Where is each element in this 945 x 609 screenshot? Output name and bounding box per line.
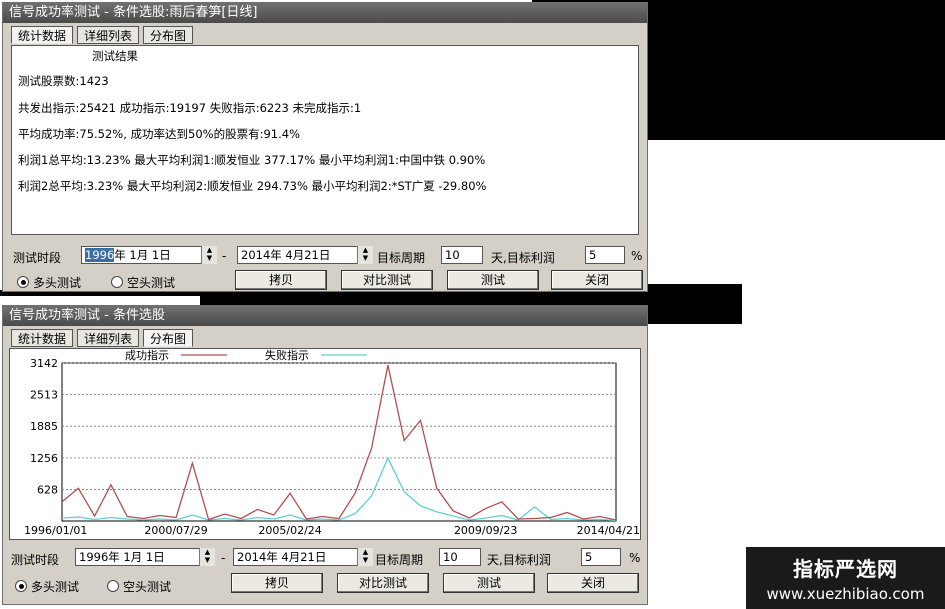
success-rate: 平均成功率:75.52%, 成功率达到50%的股票有:91.4%: [18, 127, 301, 141]
target-period-input[interactable]: 10: [441, 246, 483, 264]
end-date-value: 2014年 4月21日: [241, 248, 331, 262]
target-profit-input[interactable]: 5: [581, 548, 621, 566]
x-tick-label: 2000/07/29: [144, 524, 207, 537]
copy-button[interactable]: 拷贝: [235, 270, 327, 290]
y-tick-label: 1885: [30, 420, 58, 433]
profit2-summary: 利润2总平均:3.23% 最大平均利润2:顺发恒业 294.73% 最小平均利润…: [18, 179, 487, 193]
top-window-title[interactable]: 信号成功率测试 - 条件选股:雨后春笋[日线]: [3, 3, 647, 23]
spin-down-icon[interactable]: ▼: [358, 254, 373, 262]
target-period-label: 目标周期: [375, 553, 424, 567]
y-tick-label: 2513: [30, 389, 58, 402]
radio-selected-icon[interactable]: [17, 276, 29, 288]
x-tick-label: 2009/09/23: [454, 524, 517, 537]
tab-distribution[interactable]: 分布图: [143, 329, 194, 347]
tab-statistics[interactable]: 统计数据: [11, 26, 74, 44]
stock-count: 测试股票数:1423: [18, 74, 109, 88]
target-profit-input[interactable]: 5: [585, 246, 625, 264]
spin-down-icon[interactable]: ▼: [202, 254, 217, 262]
start-year-selected: 1996: [85, 248, 115, 262]
tab-distribution[interactable]: 分布图: [143, 26, 194, 44]
tab-detail-list[interactable]: 详细列表: [77, 26, 140, 44]
target-period-input[interactable]: 10: [439, 548, 481, 566]
tab-statistics[interactable]: 统计数据: [11, 329, 74, 347]
watermark-title: 指标严选网: [793, 557, 898, 581]
y-tick-label: 628: [37, 483, 58, 496]
target-profit-label: 天,目标利润: [487, 553, 551, 567]
percent-sign: %: [631, 249, 643, 263]
long-test-radio[interactable]: 多头测试: [17, 274, 81, 291]
compare-test-button[interactable]: 对比测试: [341, 270, 433, 290]
results-heading: 测试结果: [92, 49, 138, 63]
close-button[interactable]: 关闭: [547, 573, 639, 593]
start-date-spinner[interactable]: ▲ ▼: [201, 246, 217, 264]
x-tick-label: 2005/02/24: [258, 524, 321, 537]
watermark-url: www.xuezhibiao.com: [766, 585, 925, 603]
short-test-label: 空头测试: [123, 580, 172, 594]
tab-detail-list[interactable]: 详细列表: [77, 329, 140, 347]
radio-unselected-icon[interactable]: [107, 580, 119, 592]
x-tick-label: 1996/01/01: [24, 524, 87, 537]
start-date-field[interactable]: 1996年 1月 1日 ▲ ▼: [81, 246, 217, 264]
legend-label: 成功指示: [125, 349, 169, 362]
series-line: [61, 364, 617, 521]
percent-sign: %: [629, 551, 641, 565]
results-panel: 测试结果 测试股票数:1423 共发出指示:25421 成功指示:19197 失…: [11, 45, 639, 235]
spin-up-icon[interactable]: ▲: [202, 246, 217, 254]
end-date-field[interactable]: 2014年 4月21日 ▲ ▼: [233, 548, 373, 566]
bottom-tab-bar: 统计数据 详细列表 分布图: [11, 329, 194, 349]
short-test-radio[interactable]: 空头测试: [107, 578, 171, 595]
long-test-label: 多头测试: [33, 276, 82, 290]
spin-down-icon[interactable]: ▼: [358, 556, 373, 564]
watermark: 指标严选网 www.xuezhibiao.com: [746, 547, 945, 609]
y-tick-label: 3142: [30, 357, 58, 370]
spin-up-icon[interactable]: ▲: [358, 548, 373, 556]
date-dash: -: [221, 551, 226, 565]
period-label: 测试时段: [11, 553, 60, 567]
period-label: 测试时段: [13, 251, 62, 265]
bottom-window-title[interactable]: 信号成功率测试 - 条件选股: [3, 306, 647, 326]
profit1-summary: 利润1总平均:13.23% 最大平均利润1:顺发恒业 377.17% 最小平均利…: [18, 153, 486, 167]
end-date-spinner[interactable]: ▲ ▼: [357, 548, 373, 566]
short-test-label: 空头测试: [127, 276, 176, 290]
long-test-radio[interactable]: 多头测试: [15, 578, 79, 595]
spin-up-icon[interactable]: ▲: [200, 548, 215, 556]
top-tab-bar: 统计数据 详细列表 分布图: [11, 26, 194, 46]
target-profit-label: 天,目标利润: [491, 251, 555, 265]
plot-area-frame: [61, 362, 617, 522]
compare-test-button[interactable]: 对比测试: [337, 573, 429, 593]
legend-label: 失败指示: [265, 349, 309, 362]
x-tick-label: 2014/04/21: [577, 524, 640, 537]
date-dash: -: [222, 249, 227, 263]
end-date-value: 2014年 4月21日: [237, 550, 327, 564]
short-test-radio[interactable]: 空头测试: [111, 274, 175, 291]
test-button[interactable]: 测试: [443, 573, 535, 593]
start-date-field[interactable]: 1996年 1月 1日 ▲ ▼: [75, 548, 215, 566]
chart-panel: 628 1256 1885 2513 3142 1996/01/01 2000/07/29 2…: [9, 348, 641, 540]
distribution-chart: 628 1256 1885 2513 3142 1996/01/01 2000/07/29 2…: [24, 348, 640, 537]
signal-counts: 共发出指示:25421 成功指示:19197 失败指示:6223 未完成指示:1: [18, 101, 362, 115]
target-period-label: 目标周期: [377, 251, 426, 265]
bottom-window: 信号成功率测试 - 条件选股 统计数据 详细列表 分布图 628 1256 1885…: [2, 305, 648, 605]
radio-selected-icon[interactable]: [15, 580, 27, 592]
close-button[interactable]: 关闭: [551, 270, 643, 290]
copy-button[interactable]: 拷贝: [231, 573, 323, 593]
start-date-value: 1996年 1月 1日: [79, 550, 165, 564]
spin-down-icon[interactable]: ▼: [200, 556, 215, 564]
start-date-spinner[interactable]: ▲ ▼: [199, 548, 215, 566]
radio-unselected-icon[interactable]: [111, 276, 123, 288]
end-date-field[interactable]: 2014年 4月21日 ▲ ▼: [237, 246, 373, 264]
long-test-label: 多头测试: [31, 580, 80, 594]
start-date-rest: 年 1月 1日: [114, 248, 171, 262]
top-window: 信号成功率测试 - 条件选股:雨后春笋[日线] 统计数据 详细列表 分布图 测试…: [2, 2, 648, 292]
test-button[interactable]: 测试: [447, 270, 539, 290]
spin-up-icon[interactable]: ▲: [358, 246, 373, 254]
end-date-spinner[interactable]: ▲ ▼: [357, 246, 373, 264]
y-tick-label: 1256: [30, 452, 58, 465]
